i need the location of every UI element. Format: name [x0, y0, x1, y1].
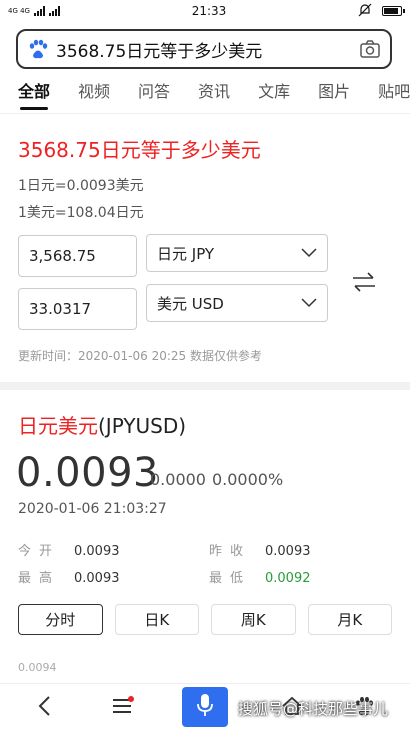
update-note: 数据仅供参考	[189, 349, 262, 363]
search-input[interactable]: 3568.75日元等于多少美元	[56, 37, 358, 62]
battery-icon	[381, 6, 405, 16]
stat-open-value: 0.0093	[74, 544, 120, 559]
chevron-left-icon	[37, 695, 51, 721]
stat-high: 最高 0.0093	[18, 567, 120, 586]
stat-open: 今开 0.0093	[18, 540, 120, 559]
back-button[interactable]	[24, 688, 64, 728]
change-value: 0.0000	[150, 470, 206, 489]
chart-period-selector: 分时 日K 周K 月K	[18, 604, 392, 635]
signal-icon	[33, 6, 45, 16]
change-percent: 0.0000%	[211, 470, 284, 489]
stat-low-value: 0.0092	[265, 571, 311, 586]
currency-from-select[interactable]: 日元 JPY	[146, 234, 328, 272]
amount-from-input[interactable]: 3,568.75	[18, 235, 137, 277]
search-tabs: 全部 视频 问答 资讯 文库 图片 贴吧	[0, 76, 410, 114]
period-intraday-button[interactable]: 分时	[18, 604, 103, 635]
pair-name: 日元美元	[18, 414, 98, 438]
swap-currency-button[interactable]	[348, 270, 380, 298]
period-daily-button[interactable]: 日K	[114, 604, 199, 635]
currency-to-label: 美元 USD	[157, 294, 224, 313]
tab-qa[interactable]: 问答	[124, 76, 184, 113]
chart-axis-top-label: 0.0094	[18, 661, 57, 674]
stat-prev-close-value: 0.0093	[265, 544, 311, 559]
microphone-icon	[197, 693, 213, 721]
update-label: 更新时间：	[18, 349, 79, 363]
stat-high-label: 最高	[18, 571, 61, 586]
pair-title[interactable]: 日元美元(JPYUSD)	[18, 410, 186, 439]
currency-converter-card: 3568.75日元等于多少美元 1日元=0.0093美元 1美元=108.04日…	[0, 122, 410, 382]
quote-time: 2020-01-06 21:03:27	[18, 501, 167, 517]
update-info: 更新时间：2020-01-06 20:25 数据仅供参考	[18, 347, 262, 364]
chevron-down-icon	[301, 294, 317, 312]
stat-prev-close-label: 昨收	[209, 544, 252, 559]
tab-video[interactable]: 视频	[64, 76, 124, 113]
update-time: 2020-01-06 20:25	[78, 349, 187, 363]
network-label: 4G 4G	[8, 7, 30, 15]
converter-title[interactable]: 3568.75日元等于多少美元	[18, 134, 261, 163]
tab-tieba[interactable]: 贴吧	[364, 76, 410, 113]
stat-high-value: 0.0093	[74, 571, 120, 586]
voice-search-button[interactable]	[182, 687, 228, 727]
amount-to-input[interactable]: 33.0317	[18, 288, 137, 330]
tab-library[interactable]: 文库	[244, 76, 304, 113]
stat-low: 最低 0.0092	[209, 567, 311, 586]
tab-news[interactable]: 资讯	[184, 76, 244, 113]
stat-low-label: 最低	[209, 571, 252, 586]
mute-bell-icon	[358, 3, 372, 20]
clock: 21:33	[191, 4, 227, 18]
network-indicator: 4G 4G	[8, 6, 60, 16]
exchange-quote-card: 日元美元(JPYUSD) 0.0093 0.0000 0.0000% 2020-0…	[0, 390, 410, 680]
swap-arrows-icon	[351, 271, 377, 297]
signal-icon-2	[48, 6, 60, 16]
camera-icon[interactable]	[358, 37, 382, 61]
status-bar: 4G 4G 21:33	[0, 0, 410, 22]
current-price: 0.0093	[16, 450, 159, 496]
rate-usd-to-jpy: 1美元=108.04日元	[18, 205, 144, 221]
currency-to-select[interactable]: 美元 USD	[146, 284, 328, 322]
tab-images[interactable]: 图片	[304, 76, 364, 113]
stat-prev-close: 昨收 0.0093	[209, 540, 311, 559]
menu-button[interactable]	[102, 688, 142, 728]
currency-from-label: 日元 JPY	[157, 244, 215, 263]
baidu-paw-icon	[26, 37, 50, 61]
watermark: 搜狐号@科技那些事儿	[238, 700, 389, 718]
period-weekly-button[interactable]: 周K	[211, 604, 296, 635]
search-box[interactable]: 3568.75日元等于多少美元	[16, 29, 392, 69]
rate-jpy-to-usd: 1日元=0.0093美元	[18, 178, 144, 194]
tab-all[interactable]: 全部	[0, 76, 64, 113]
notification-dot	[128, 696, 134, 702]
pair-code: (JPYUSD)	[98, 414, 187, 438]
stat-open-label: 今开	[18, 544, 61, 559]
period-monthly-button[interactable]: 月K	[307, 604, 392, 635]
section-divider	[0, 382, 410, 390]
price-change: 0.0000 0.0000%	[150, 470, 289, 489]
chevron-down-icon	[301, 244, 317, 262]
